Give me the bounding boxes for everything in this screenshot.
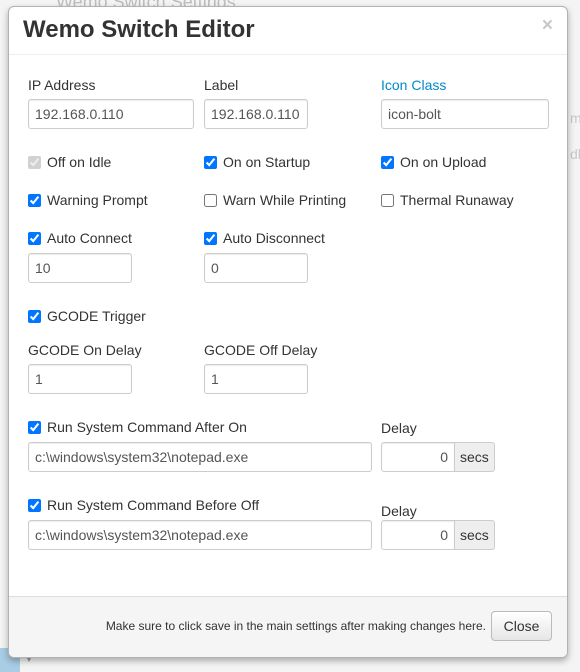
- after-on-secs-addon: secs: [455, 442, 495, 472]
- background-text-fragment: dle: [570, 146, 580, 162]
- off-on-idle-label: Off on Idle: [47, 154, 112, 170]
- off-on-idle-checkbox[interactable]: Off on Idle: [28, 153, 111, 171]
- gcode-off-delay-input[interactable]: [204, 364, 308, 394]
- auto-connect-checkbox[interactable]: Auto Connect: [28, 229, 132, 247]
- auto-connect-label: Auto Connect: [47, 230, 132, 246]
- auto-disconnect-checkbox[interactable]: Auto Disconnect: [204, 229, 325, 247]
- close-button[interactable]: Close: [491, 611, 552, 641]
- ip-address-label: IP Address: [28, 77, 96, 93]
- gcode-off-delay-label: GCODE Off Delay: [204, 342, 318, 358]
- run-command-before-off-checkbox[interactable]: Run System Command Before Off: [28, 496, 259, 514]
- warn-while-printing-label: Warn While Printing: [223, 192, 347, 208]
- thermal-runaway-box[interactable]: [381, 193, 394, 207]
- before-off-delay-label: Delay: [381, 503, 417, 519]
- background-text-fragment: m: [570, 110, 580, 126]
- run-command-before-off-label: Run System Command Before Off: [47, 497, 260, 513]
- warning-prompt-label: Warning Prompt: [47, 192, 148, 208]
- before-off-delay-input[interactable]: [381, 520, 455, 550]
- on-on-startup-label: On on Startup: [223, 154, 311, 170]
- on-on-upload-checkbox[interactable]: On on Upload: [381, 153, 486, 171]
- dialog-title: Wemo Switch Editor: [23, 16, 255, 43]
- before-off-command-input[interactable]: [28, 520, 372, 550]
- dialog-header: Wemo Switch Editor ×: [9, 7, 567, 55]
- gcode-trigger-checkbox[interactable]: GCODE Trigger: [28, 307, 146, 325]
- warn-while-printing-checkbox[interactable]: Warn While Printing: [204, 191, 346, 209]
- run-command-after-on-label: Run System Command After On: [47, 419, 247, 435]
- gcode-on-delay-input[interactable]: [28, 364, 132, 394]
- auto-connect-delay-input[interactable]: [28, 253, 132, 283]
- gcode-trigger-label: GCODE Trigger: [47, 308, 146, 324]
- close-icon[interactable]: ×: [542, 16, 553, 36]
- save-reminder-note: Make sure to click save in the main sett…: [105, 619, 486, 633]
- run-command-after-on-box[interactable]: [28, 420, 41, 434]
- auto-disconnect-delay-input[interactable]: [204, 253, 308, 283]
- label-input[interactable]: [204, 99, 308, 129]
- gcode-on-delay-label: GCODE On Delay: [28, 342, 142, 358]
- wemo-switch-editor-dialog: Wemo Switch Editor × IP Address Label Ic…: [8, 6, 568, 658]
- on-on-startup-box[interactable]: [204, 155, 217, 169]
- auto-disconnect-box[interactable]: [204, 231, 217, 245]
- run-command-after-on-checkbox[interactable]: Run System Command After On: [28, 418, 247, 436]
- icon-class-link[interactable]: Icon Class: [381, 76, 446, 94]
- auto-connect-box[interactable]: [28, 231, 41, 245]
- label-label: Label: [204, 77, 239, 93]
- off-on-idle-box[interactable]: [28, 155, 41, 169]
- thermal-runaway-checkbox[interactable]: Thermal Runaway: [381, 191, 514, 209]
- ip-address-input[interactable]: [28, 99, 194, 129]
- after-on-delay-input[interactable]: [381, 442, 455, 472]
- warning-prompt-checkbox[interactable]: Warning Prompt: [28, 191, 148, 209]
- after-on-delay-label: Delay: [381, 420, 417, 436]
- on-on-upload-label: On on Upload: [400, 154, 487, 170]
- on-on-upload-box[interactable]: [381, 155, 394, 169]
- icon-class-input[interactable]: [381, 99, 549, 129]
- auto-disconnect-label: Auto Disconnect: [223, 230, 325, 246]
- before-off-secs-addon: secs: [455, 520, 495, 550]
- warn-while-printing-box[interactable]: [204, 193, 217, 207]
- thermal-runaway-label: Thermal Runaway: [400, 192, 514, 208]
- after-on-command-input[interactable]: [28, 442, 372, 472]
- on-on-startup-checkbox[interactable]: On on Startup: [204, 153, 310, 171]
- run-command-before-off-box[interactable]: [28, 498, 41, 512]
- gcode-trigger-box[interactable]: [28, 309, 41, 323]
- dialog-footer: Make sure to click save in the main sett…: [9, 596, 567, 657]
- warning-prompt-box[interactable]: [28, 193, 41, 207]
